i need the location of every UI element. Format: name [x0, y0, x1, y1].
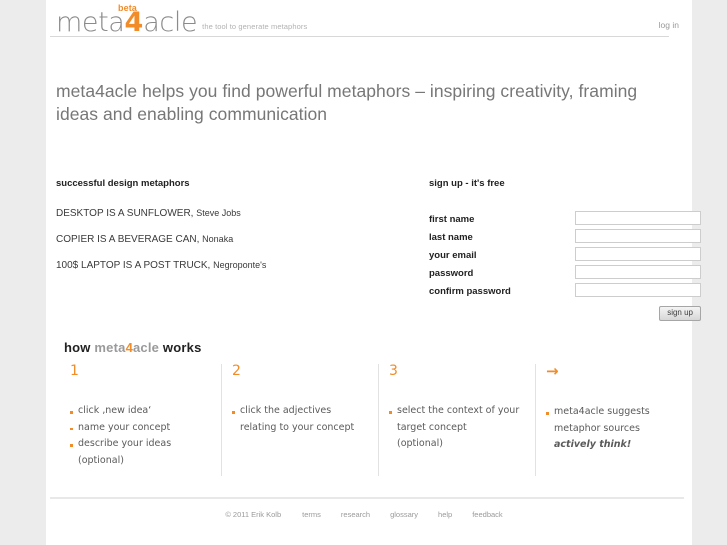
how-title-brand-part2: acle: [133, 340, 160, 355]
step-3-list: select the context of your target concep…: [389, 403, 528, 453]
metaphor-phrase: COPIER IS A BEVERAGE CAN,: [56, 234, 200, 245]
logo-text-part1: meta: [56, 7, 125, 38]
first-name-label: first name: [429, 214, 475, 225]
how-title-brand-four: 4: [125, 340, 133, 355]
logo-text-part2: acle: [143, 7, 198, 38]
form-row-last-name: last name: [429, 229, 701, 247]
logo-tagline: the tool to generate metaphors: [202, 22, 308, 31]
step-3-line: target concept: [397, 421, 467, 433]
metaphor-phrase: DESKTOP IS A SUNFLOWER,: [56, 208, 194, 219]
step-1-line: name your concept: [70, 420, 214, 437]
metaphor-item: DESKTOP IS A SUNFLOWER, Steve Jobs: [56, 208, 416, 219]
step-3-line: select the context of your: [389, 403, 528, 420]
metaphors-section: successful design metaphors DESKTOP IS A…: [56, 178, 416, 286]
confirm-password-label: confirm password: [429, 286, 511, 297]
step-4-line: meta4acle suggests: [546, 404, 687, 421]
first-name-input[interactable]: [575, 211, 701, 225]
step-column-3: 3 select the context of your target conc…: [378, 364, 528, 476]
metaphor-author: Negroponte's: [213, 260, 267, 270]
how-it-works-title: how meta4acle works: [64, 340, 202, 355]
metaphor-item: COPIER IS A BEVERAGE CAN, Nonaka: [56, 234, 416, 245]
site-logo[interactable]: meta4acle the tool to generate metaphors …: [56, 3, 308, 38]
site-header: meta4acle the tool to generate metaphors …: [46, 0, 692, 38]
step-4-line: metaphor sources: [554, 422, 640, 434]
password-input[interactable]: [575, 265, 701, 279]
logo-beta-badge: beta: [118, 3, 137, 13]
last-name-label: last name: [429, 232, 473, 243]
footer-link-terms[interactable]: terms: [302, 510, 321, 519]
signup-section: sign up - it's free first name last name…: [429, 178, 701, 321]
step-4-accent-line: actively think!: [554, 439, 632, 450]
page-card: meta4acle the tool to generate metaphors …: [46, 0, 701, 545]
step-column-1: 1 click ‚new idea‘ name your concept des…: [64, 364, 214, 476]
metaphors-title: successful design metaphors: [56, 178, 190, 189]
last-name-input[interactable]: [575, 229, 701, 243]
login-link[interactable]: log in: [659, 20, 679, 30]
email-label: your email: [429, 250, 477, 261]
form-row-confirm-password: confirm password: [429, 283, 701, 301]
arrow-right-icon: →: [546, 362, 559, 380]
footer-link-research[interactable]: research: [341, 510, 370, 519]
signup-title: sign up - it's free: [429, 178, 505, 189]
metaphor-phrase: 100$ LAPTOP IS A POST TRUCK,: [56, 260, 211, 271]
step-number-1: 1: [70, 363, 79, 379]
signup-button[interactable]: sign up: [659, 306, 701, 321]
footer-divider: [50, 497, 684, 499]
header-divider: [50, 36, 669, 37]
how-it-works-steps: 1 click ‚new idea‘ name your concept des…: [64, 364, 684, 476]
password-label: password: [429, 268, 474, 279]
how-title-prefix: how: [64, 340, 95, 355]
step-2-list: click the adjectives relating to your co…: [232, 403, 371, 436]
footer-link-help[interactable]: help: [438, 510, 452, 519]
confirm-password-input[interactable]: [575, 283, 701, 297]
form-row-password: password: [429, 265, 701, 283]
step-1-line: (optional): [78, 454, 124, 466]
metaphor-author: Steve Jobs: [196, 208, 241, 218]
step-number-2: 2: [232, 363, 241, 379]
footer-link-feedback[interactable]: feedback: [472, 510, 502, 519]
step-column-2: 2 click the adjectives relating to your …: [221, 364, 371, 476]
step-1-list: click ‚new idea‘ name your concept descr…: [70, 403, 214, 469]
form-row-first-name: first name: [429, 211, 701, 229]
copyright-text: © 2011 Erik Kolb: [225, 510, 282, 519]
signup-button-wrap: sign up: [575, 302, 701, 321]
how-title-brand-part1: meta: [94, 340, 126, 355]
step-3-line: (optional): [397, 438, 443, 449]
email-input[interactable]: [575, 247, 701, 261]
metaphor-item: 100$ LAPTOP IS A POST TRUCK, Negroponte'…: [56, 260, 416, 271]
step-2-line: click the adjectives: [232, 403, 371, 420]
how-title-suffix: works: [159, 340, 202, 355]
page-headline: meta4acle helps you find powerful metaph…: [56, 81, 638, 124]
metaphor-author: Nonaka: [202, 234, 234, 244]
step-1-line: describe your ideas: [70, 436, 214, 453]
step-2-line: relating to your concept: [240, 421, 355, 433]
form-row-email: your email: [429, 247, 701, 265]
step-number-3: 3: [389, 363, 398, 379]
step-4-list: meta4acle suggests metaphor sources acti…: [546, 404, 687, 454]
site-footer: © 2011 Erik Kolb terms research glossary hel…: [46, 510, 692, 519]
step-1-line: click ‚new idea‘: [70, 403, 214, 420]
footer-link-glossary[interactable]: glossary: [390, 510, 418, 519]
step-column-4: → meta4acle suggests metaphor sources ac…: [535, 364, 687, 476]
